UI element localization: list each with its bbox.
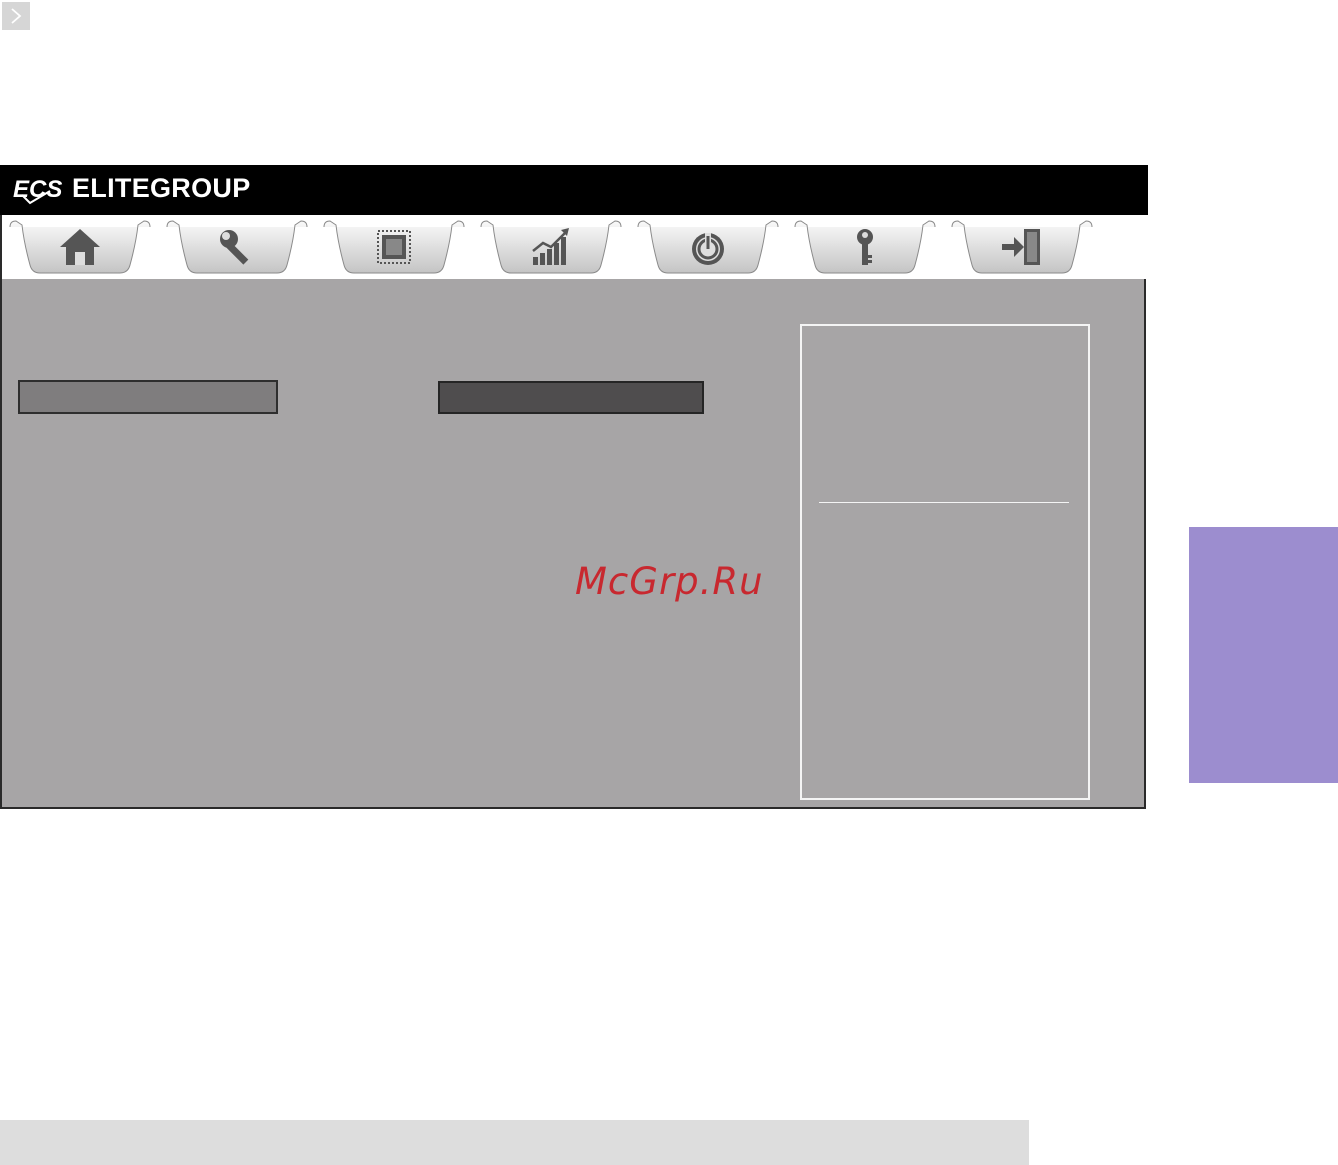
tab-advanced[interactable]: [165, 217, 309, 279]
ecs-logo-icon: ECS: [13, 176, 62, 205]
tab-chipset[interactable]: [322, 217, 466, 279]
wrench-icon: [220, 230, 249, 265]
next-page-arrow[interactable]: [2, 2, 30, 30]
chevron-right-icon: [11, 8, 22, 24]
help-panel: [800, 324, 1090, 800]
chapter-side-tab: [1189, 527, 1338, 783]
tab-boot[interactable]: [636, 217, 780, 279]
key-icon: [857, 229, 873, 265]
tab-security[interactable]: [793, 217, 937, 279]
help-panel-divider: [819, 502, 1069, 503]
chart-icon: [532, 228, 569, 265]
menu-field-left[interactable]: [18, 380, 278, 414]
tab-exit[interactable]: [950, 217, 1094, 279]
footer-bar: [0, 1120, 1029, 1165]
tab-main[interactable]: [8, 217, 152, 279]
tab-strip: [2, 215, 1146, 279]
watermark-text: McGrp.Ru: [575, 560, 764, 603]
menu-field-right[interactable]: [438, 381, 704, 414]
tab-monitor[interactable]: [479, 217, 623, 279]
bios-header: ECS ELITEGROUP: [0, 165, 1148, 215]
chip-icon: [377, 230, 411, 264]
exit-icon: [1002, 229, 1040, 265]
power-icon: [692, 233, 724, 265]
brand-name: ELITEGROUP: [72, 173, 251, 203]
home-icon: [60, 229, 100, 265]
